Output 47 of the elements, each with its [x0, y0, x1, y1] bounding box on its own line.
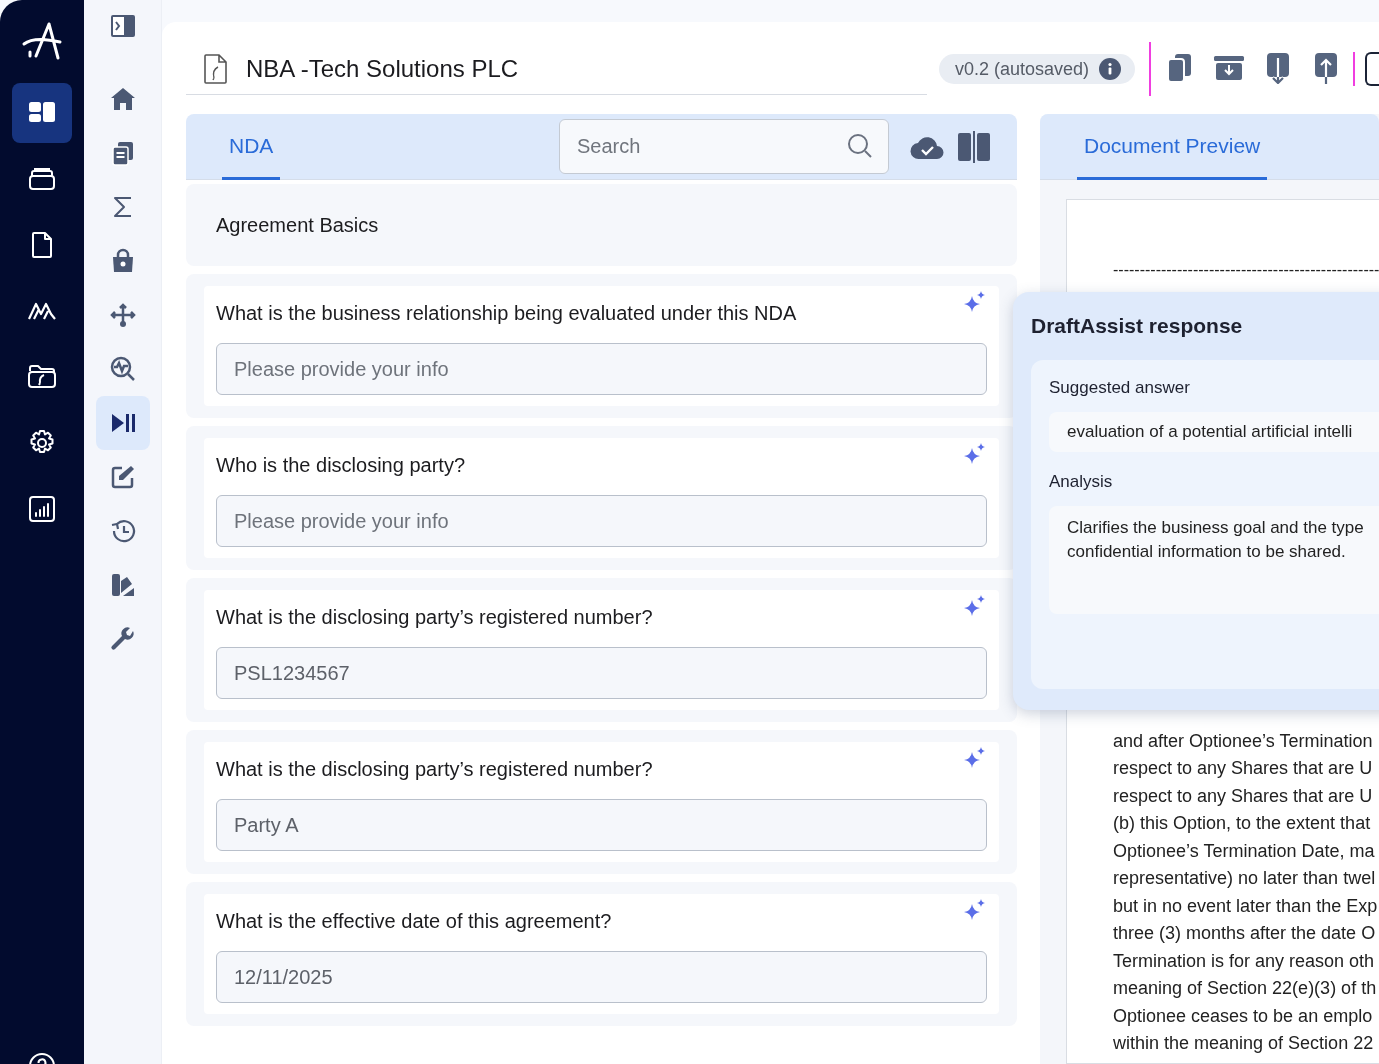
tab[interactable]: NDA: [222, 114, 281, 180]
info-icon[interactable]: [1099, 58, 1121, 80]
question-label: Who is the disclosing party?: [216, 454, 466, 477]
document-text-line: Termination is for any reason oth: [1113, 949, 1376, 973]
popup-title: DraftAssist response: [1031, 314, 1244, 338]
input-field[interactable]: 12/11/2025: [216, 951, 987, 1003]
chart-icon: [27, 494, 57, 524]
document-text-line: meaning of Section 22(e)(3) of th: [1113, 977, 1378, 1000]
suggested-answer: evaluation of a potential artificial intelli: [1049, 412, 1379, 452]
document-text-line: three (3) months after the date O: [1113, 922, 1377, 945]
play-pause-button[interactable]: [95, 396, 150, 450]
sidebar-toggle-icon: [108, 12, 137, 40]
wrench-icon: [108, 625, 137, 653]
document-text-line: but in no event later than the Exp: [1113, 894, 1379, 918]
separator-line: --------------------------------------------------: [1113, 260, 1379, 280]
search-field[interactable]: Search: [559, 119, 889, 174]
question-label: What is the effective date of this agreement?: [216, 910, 613, 933]
dashboard-button[interactable]: [12, 83, 72, 143]
document-title: NBA -Tech Solutions PLC: [246, 55, 519, 83]
document-text-line: and after Optionee’s Termination: [1113, 729, 1374, 753]
question-label: What is the disclosing party’s registered number?: [216, 606, 654, 629]
input-field[interactable]: Please provide your info: [216, 343, 987, 395]
document-text-line: representative) no later than twel: [1113, 867, 1377, 890]
logo-icon: [20, 22, 64, 62]
version-text: v0.2 (autosaved): [954, 58, 1089, 80]
document-text-line: Optionee’s Termination Date, ma: [1113, 839, 1376, 863]
analysis-text: Clarifies the business goal and the type: [1067, 517, 1365, 539]
input-field[interactable]: Please provide your info: [216, 495, 987, 547]
document-text-line: respect to any Shares that are U: [1113, 757, 1374, 780]
toolbar-button[interactable]: [1365, 52, 1379, 86]
split-arrows-icon: [108, 301, 137, 329]
question-label: What is the business relationship being evaluated under this NDA: [216, 302, 798, 325]
document-text-line: (b) this Option, to the extent that: [1113, 812, 1372, 835]
input-field[interactable]: Party A: [216, 799, 987, 851]
document-icon: [203, 53, 229, 85]
document-text-line: respect to any Shares that are U: [1113, 784, 1374, 808]
document-text-line: within the meaning of Section 22: [1113, 1032, 1375, 1055]
section-title: Agreement Basics: [216, 213, 379, 237]
input-field[interactable]: PSL1234567: [216, 647, 987, 699]
section-label: Analysis: [1049, 472, 1114, 492]
analysis-text: confidential information to be shared.: [1067, 541, 1347, 563]
pulse-search-icon: [108, 355, 137, 383]
question-label: What is the disclosing party’s registered number?: [216, 758, 654, 781]
section-label: Suggested answer: [1049, 378, 1191, 398]
columns-icon[interactable]: [957, 130, 991, 163]
document-text-line: Optionee ceases to be an emplo: [1113, 1004, 1374, 1028]
search-icon: [847, 133, 873, 159]
